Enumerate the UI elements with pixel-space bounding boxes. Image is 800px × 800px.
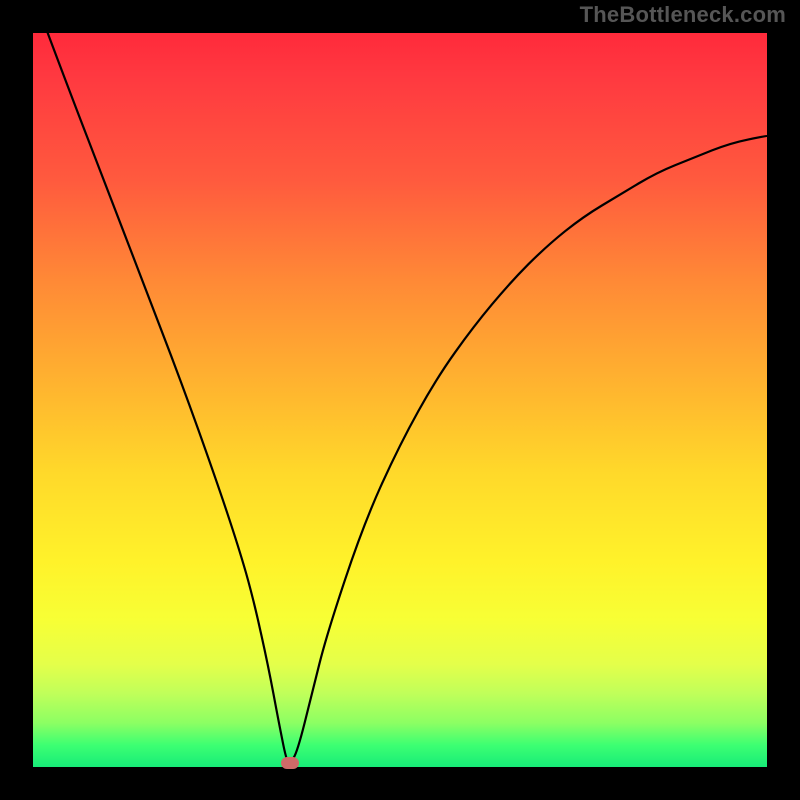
chart-frame: TheBottleneck.com [0,0,800,800]
bottleneck-curve [33,33,767,767]
plot-area [33,33,767,767]
curve-path [48,33,767,762]
optimal-marker [281,757,299,769]
attribution-text: TheBottleneck.com [580,2,786,28]
